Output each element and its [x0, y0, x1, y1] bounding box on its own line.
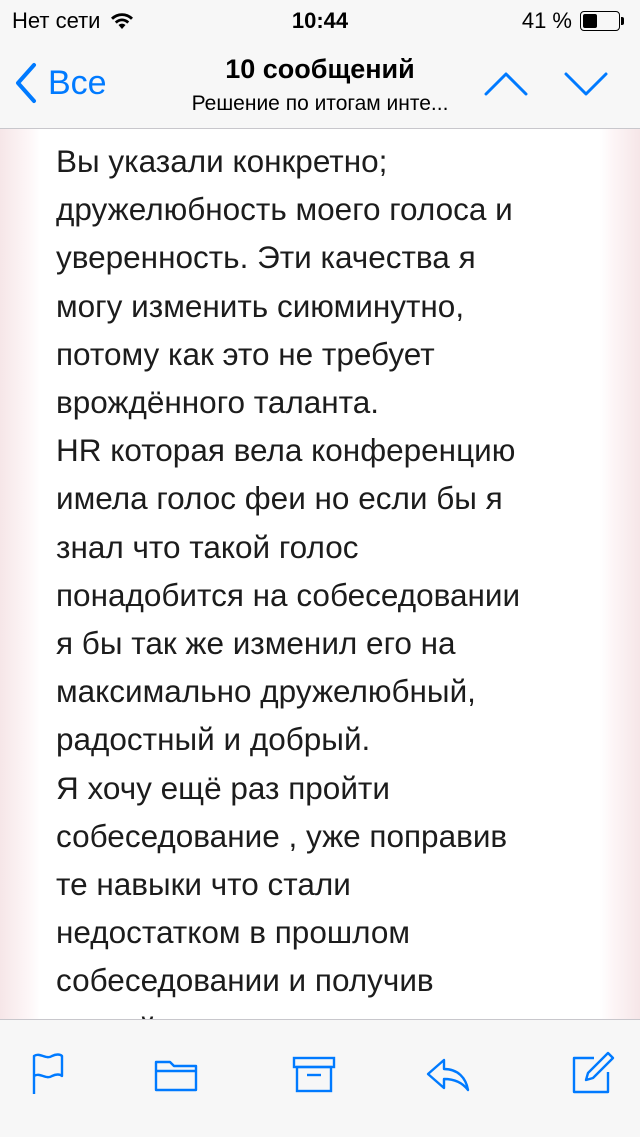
message-line: радостный и добрый.	[56, 721, 371, 758]
reply-icon	[426, 1058, 470, 1092]
reply-button[interactable]	[424, 1050, 472, 1098]
message-line: могу изменить сиюминутно,	[56, 287, 465, 324]
archive-button[interactable]	[290, 1050, 338, 1098]
compose-button[interactable]	[568, 1050, 616, 1098]
archive-icon	[292, 1056, 336, 1093]
message-line: второй шанс	[56, 1005, 596, 1019]
message-line: знал что такой голос	[56, 528, 359, 565]
bottom-toolbar	[0, 1019, 640, 1137]
status-right: 41 %	[522, 8, 624, 34]
navigation-bar: Все 10 сообщений Решение по итогам инте.…	[0, 40, 640, 129]
next-message-button[interactable]	[562, 66, 610, 102]
message-line: уверенность. Эти качества я	[56, 239, 476, 276]
status-bar: Нет сети 10:44 41 %	[0, 0, 640, 40]
message-line: те навыки что стали	[56, 866, 351, 903]
message-line: Вы указали конкретно;	[56, 143, 388, 179]
flag-button[interactable]	[24, 1050, 72, 1098]
message-line: недостатком в прошлом	[56, 914, 411, 951]
battery-level-fill	[583, 14, 597, 28]
battery-percent: 41 %	[521, 8, 572, 33]
previous-message-button[interactable]	[482, 66, 530, 102]
message-content-area[interactable]: Вы указали конкретно; дружелюбность моег…	[0, 129, 640, 1019]
message-line: понадобится на собеседовании	[56, 576, 521, 613]
message-body: Вы указали конкретно; дружелюбность моег…	[40, 129, 600, 1019]
move-to-folder-button[interactable]	[152, 1050, 200, 1098]
message-line: врождённого таланта.	[56, 384, 379, 421]
compose-icon	[572, 1051, 615, 1094]
flag-icon	[32, 1053, 64, 1094]
battery-icon	[580, 11, 624, 31]
message-line: имела голос феи но если бы я	[56, 480, 503, 517]
message-line: собеседование , уже поправив	[56, 817, 508, 854]
message-line: собеседовании и получив	[56, 962, 434, 999]
thread-title: 10 сообщений	[225, 54, 415, 84]
message-line: Я хочу ещё раз пройти	[56, 769, 390, 806]
thread-subject: Решение по итогам инте...	[191, 92, 449, 115]
message-line: HR которая вела конференцию	[56, 432, 516, 469]
folder-icon	[154, 1060, 198, 1092]
message-line: я бы так же изменил его на	[56, 625, 456, 662]
message-line: максимально дружелюбный,	[56, 673, 476, 710]
message-line: дружелюбность моего голоса и	[56, 191, 513, 228]
message-text: Вы указали конкретно; дружелюбность моег…	[56, 137, 596, 1019]
message-line: потому как это не требует	[56, 335, 435, 372]
